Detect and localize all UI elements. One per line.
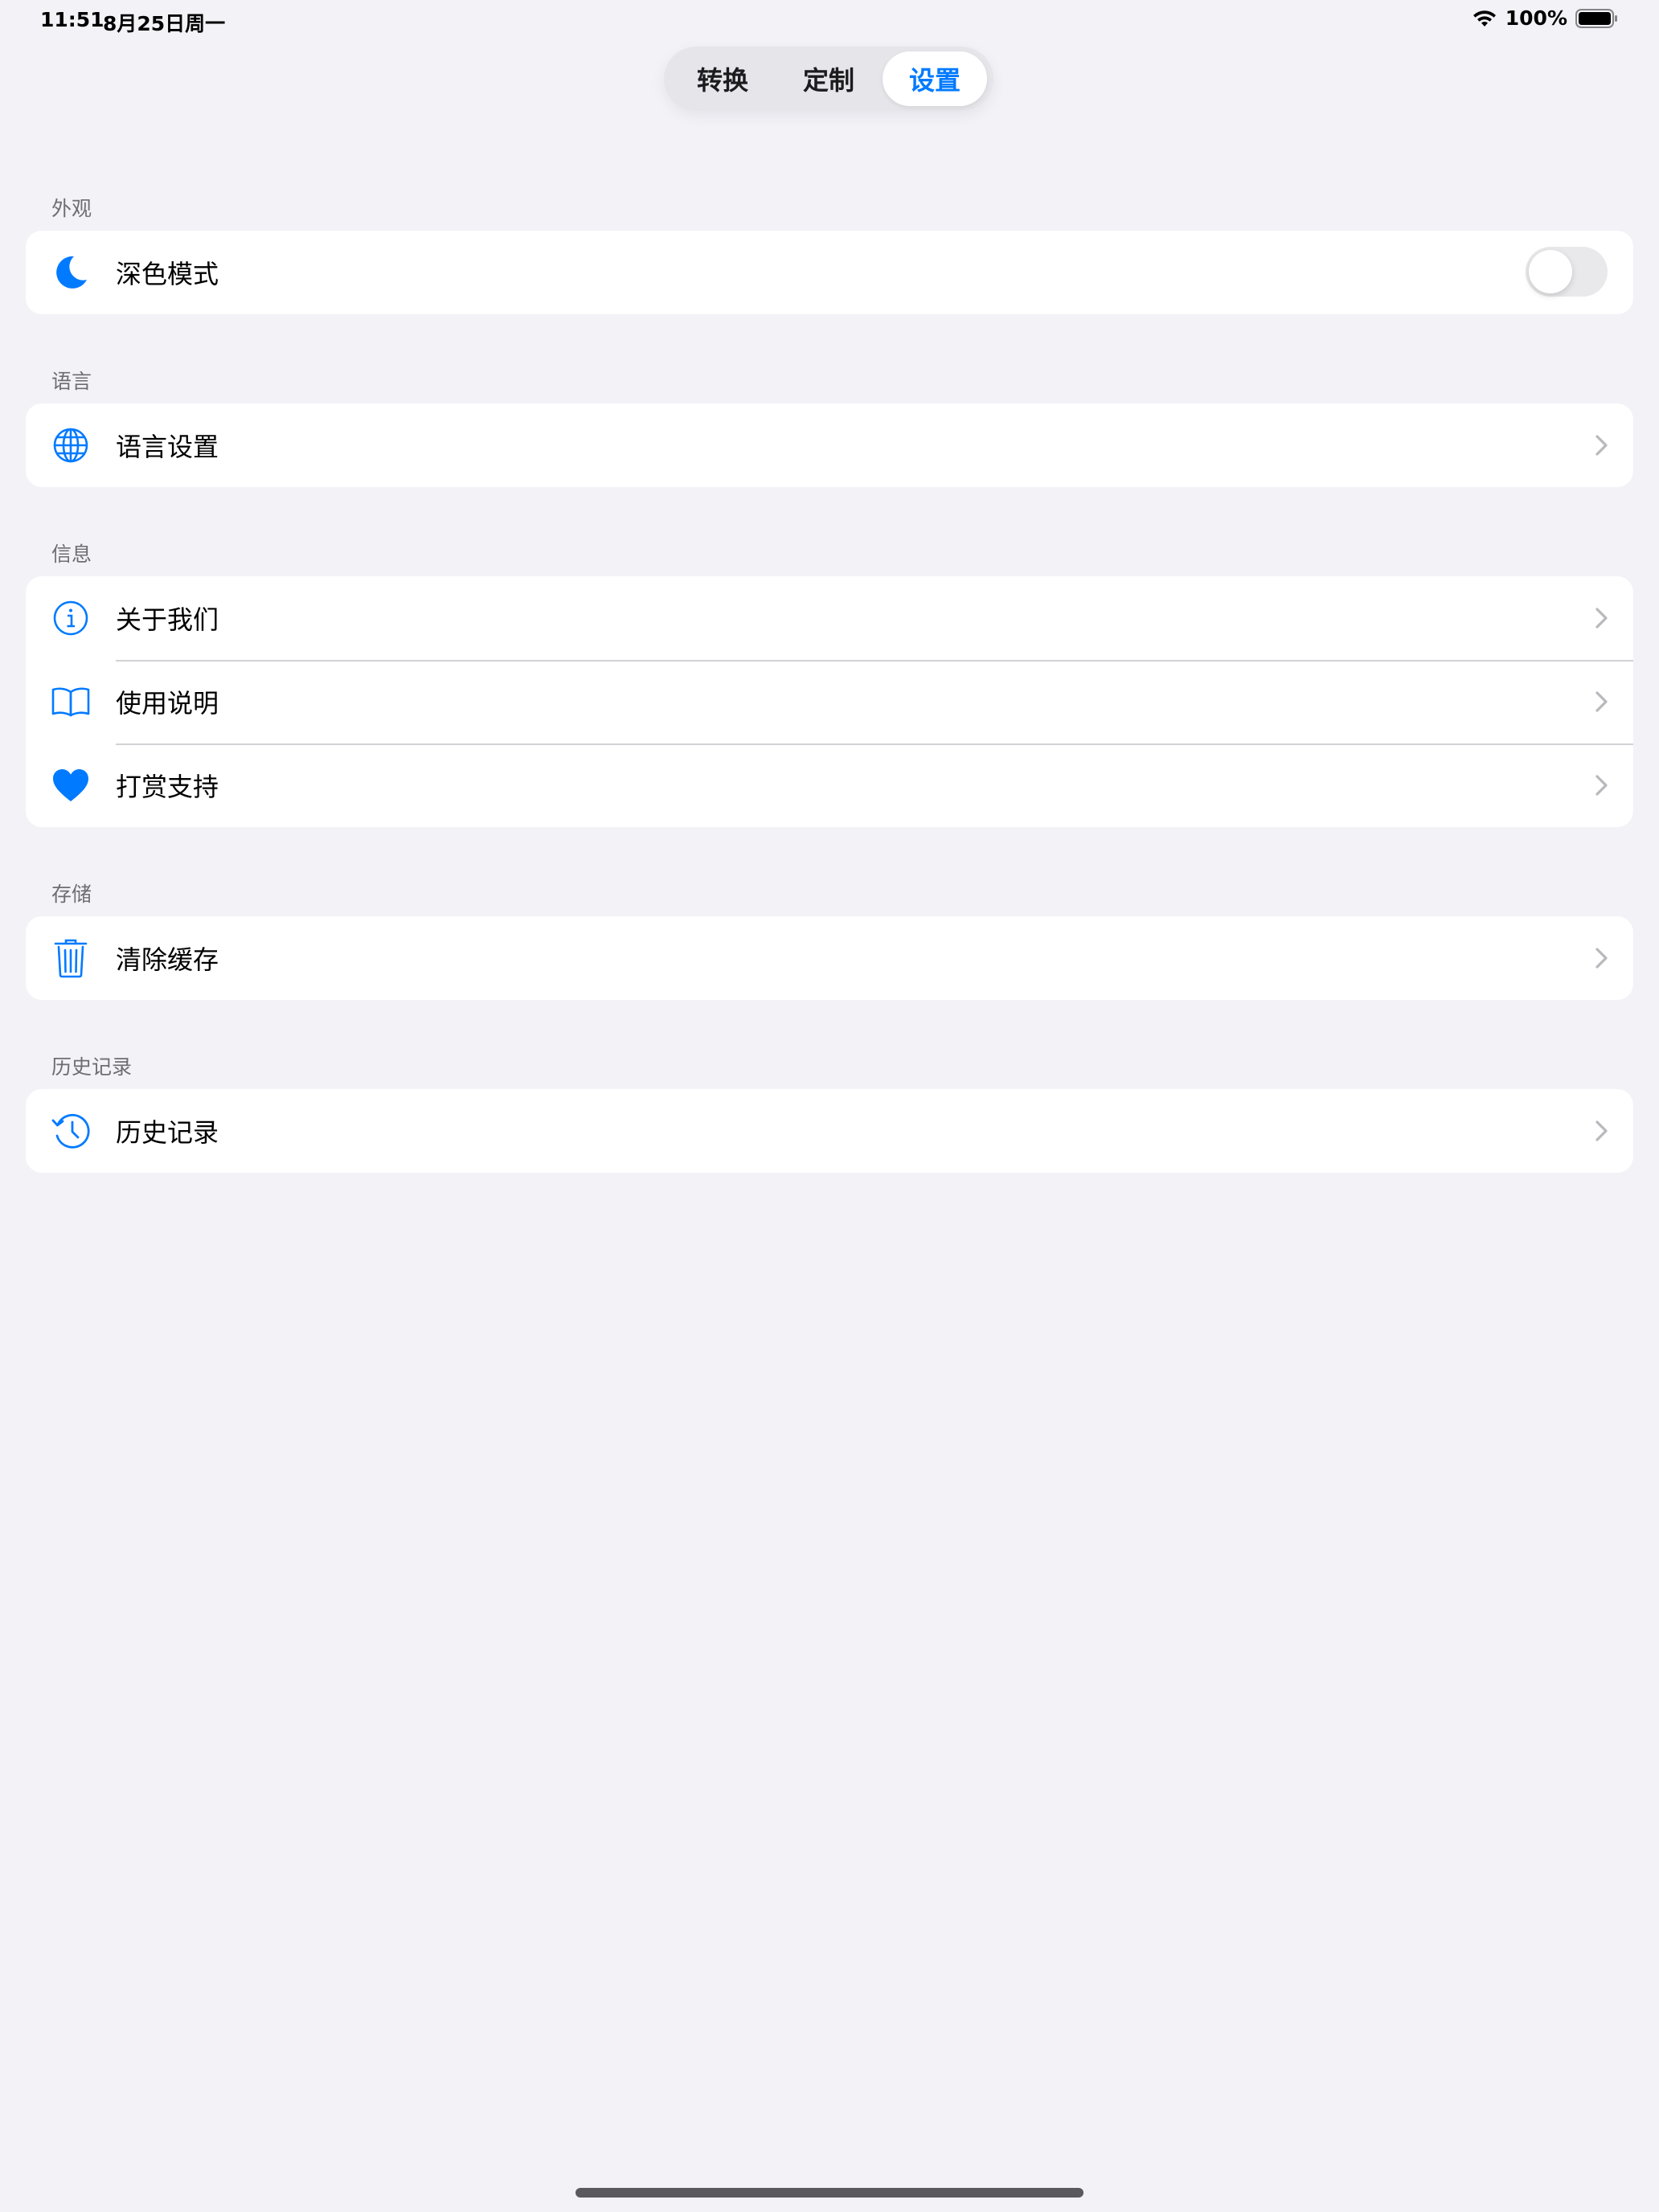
dark-mode-toggle[interactable] xyxy=(1526,247,1608,297)
chevron-right-icon xyxy=(1595,690,1609,713)
history-icon xyxy=(50,1110,92,1152)
info-icon xyxy=(50,597,92,639)
battery-icon xyxy=(1575,8,1619,29)
trash-icon xyxy=(50,937,92,979)
row-language-settings[interactable]: 语言设置 xyxy=(26,403,1633,487)
tab-settings[interactable]: 设置 xyxy=(883,51,987,106)
row-history[interactable]: 历史记录 xyxy=(26,1089,1633,1173)
chevron-right-icon xyxy=(1595,607,1609,629)
guide-label: 使用说明 xyxy=(116,688,219,719)
group-history: 历史记录 xyxy=(26,1089,1633,1173)
group-appearance: 深色模式 xyxy=(26,231,1633,314)
tab-segmented-control: 转换 定制 设置 xyxy=(664,47,993,111)
status-time: 11:51 xyxy=(40,8,104,31)
section-header-appearance: 外观 xyxy=(51,197,92,220)
heart-icon xyxy=(50,764,92,806)
section-header-info: 信息 xyxy=(51,543,92,566)
globe-icon xyxy=(50,424,92,466)
group-info: 关于我们 使用说明 打赏支持 xyxy=(26,576,1633,827)
section-header-history: 历史记录 xyxy=(51,1055,133,1079)
language-settings-label: 语言设置 xyxy=(116,432,219,462)
about-label: 关于我们 xyxy=(116,604,219,635)
section-header-language: 语言 xyxy=(51,370,92,393)
status-date: 8月25日周一 xyxy=(103,12,226,35)
status-indicators: 100% xyxy=(1472,6,1619,30)
wifi-icon xyxy=(1472,9,1497,28)
book-icon xyxy=(50,681,92,723)
home-indicator[interactable] xyxy=(576,2188,1083,2198)
group-storage: 清除缓存 xyxy=(26,916,1633,1000)
row-tip[interactable]: 打赏支持 xyxy=(26,743,1633,827)
chevron-right-icon xyxy=(1595,947,1609,969)
toggle-knob xyxy=(1529,250,1572,293)
tab-convert[interactable]: 转换 xyxy=(670,51,775,106)
row-about[interactable]: 关于我们 xyxy=(26,576,1633,660)
battery-percent: 100% xyxy=(1505,6,1567,30)
row-guide[interactable]: 使用说明 xyxy=(26,660,1633,743)
tip-label: 打赏支持 xyxy=(116,772,219,802)
clear-cache-label: 清除缓存 xyxy=(116,944,219,975)
status-bar: 11:51 8月25日周一 100% xyxy=(0,0,1659,39)
moon-icon xyxy=(50,252,92,293)
chevron-right-icon xyxy=(1595,1120,1609,1142)
chevron-right-icon xyxy=(1595,774,1609,797)
group-language: 语言设置 xyxy=(26,403,1633,487)
history-label: 历史记录 xyxy=(116,1117,219,1148)
row-clear-cache[interactable]: 清除缓存 xyxy=(26,916,1633,1000)
dark-mode-label: 深色模式 xyxy=(116,259,219,289)
section-header-storage: 存储 xyxy=(51,883,92,906)
tab-customize[interactable]: 定制 xyxy=(776,51,881,106)
row-dark-mode: 深色模式 xyxy=(26,231,1633,314)
chevron-right-icon xyxy=(1595,434,1609,457)
